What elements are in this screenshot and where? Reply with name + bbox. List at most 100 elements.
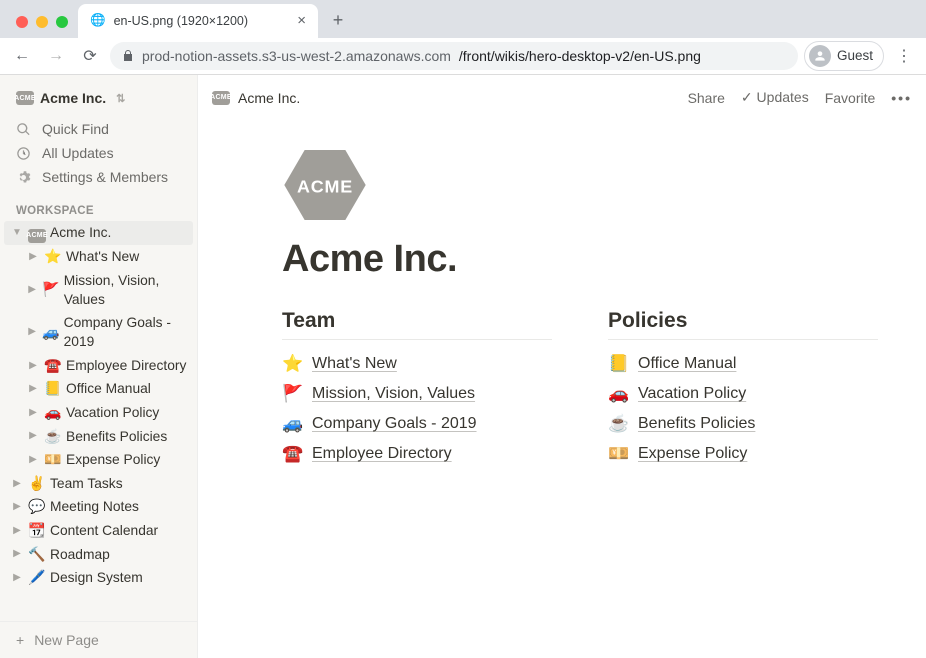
chevron-right-icon[interactable]: ▶ [10,500,24,514]
sidebar-item-label: Vacation Policy [66,403,159,422]
link-directory[interactable]: ☎️ Employee Directory [282,444,552,464]
browser-tab[interactable]: 🌐 en-US.png (1920×1200) × [78,4,318,38]
search-icon [16,122,32,137]
sidebar-item-content-calendar[interactable]: ▶ 📆 Content Calendar [4,519,193,543]
sidebar-item-expense[interactable]: ▶ 💴 Expense Policy [4,448,193,472]
sidebar-item-benefits[interactable]: ▶ ☕ Benefits Policies [4,425,193,449]
star-icon: ⭐ [44,247,62,267]
sidebar-item-roadmap[interactable]: ▶ 🔨 Roadmap [4,543,193,567]
chevron-right-icon[interactable]: ▶ [26,382,40,396]
link-label[interactable]: Employee Directory [312,445,452,463]
sidebar-item-design-system[interactable]: ▶ 🖊️ Design System [4,566,193,590]
close-icon[interactable]: × [297,12,306,29]
chevron-right-icon[interactable]: ▶ [10,571,24,585]
link-expense[interactable]: 💴 Expense Policy [608,444,878,464]
phone-icon: ☎️ [44,356,62,376]
sidebar-item-label: Employee Directory [66,356,186,375]
window-close-icon[interactable] [16,16,28,28]
chevron-right-icon[interactable]: ▶ [26,283,38,297]
money-icon: 💴 [44,450,62,470]
new-page-button[interactable]: + New Page [0,621,197,658]
link-label[interactable]: Company Goals - 2019 [312,415,477,433]
clock-icon [16,146,32,161]
favorite-button[interactable]: Favorite [825,90,876,106]
sidebar-item-goals[interactable]: ▶ 🚙 Company Goals - 2019 [4,311,193,354]
chevron-right-icon[interactable]: ▶ [10,547,24,561]
chevron-right-icon[interactable]: ▶ [26,429,40,443]
main: ACME Acme Inc. Share ✓ Updates Favorite … [198,75,926,658]
chevron-right-icon[interactable]: ▶ [10,477,24,491]
lock-icon [122,49,134,62]
acme-badge-icon: ACME [28,229,46,243]
sidebar-item-label: What's New [66,247,139,266]
link-vacation[interactable]: 🚗 Vacation Policy [608,384,878,404]
coffee-icon: ☕ [44,427,62,447]
sidebar-item-label: Company Goals - 2019 [64,313,187,352]
sidebar-item-label: Team Tasks [50,474,123,493]
link-label[interactable]: Mission, Vision, Values [312,385,475,403]
workspace-name: Acme Inc. [40,90,106,106]
link-label[interactable]: Office Manual [638,355,736,373]
flag-icon: 🚩 [42,280,59,300]
sidebar-item-meeting-notes[interactable]: ▶ 💬 Meeting Notes [4,495,193,519]
all-updates-button[interactable]: All Updates [8,141,189,165]
topbar: ACME Acme Inc. Share ✓ Updates Favorite … [198,75,926,120]
link-label[interactable]: Expense Policy [638,445,747,463]
acme-badge-icon: ACME [212,91,230,105]
window-minimize-icon[interactable] [36,16,48,28]
sidebar-item-label: Design System [50,568,143,587]
notebook-icon: 📒 [608,354,628,374]
back-button[interactable]: ← [8,42,36,70]
chevron-right-icon[interactable]: ▶ [26,250,40,264]
link-label[interactable]: Vacation Policy [638,385,746,403]
sidebar-item-label: Content Calendar [50,521,158,540]
chevron-down-icon[interactable]: ▼ [10,226,24,240]
coffee-icon: ☕ [608,414,628,434]
share-button[interactable]: Share [688,90,725,106]
address-bar[interactable]: prod-notion-assets.s3-us-west-2.amazonaw… [110,42,798,70]
link-label[interactable]: What's New [312,355,397,373]
breadcrumb[interactable]: ACME Acme Inc. [212,90,300,106]
quick-find-button[interactable]: Quick Find [8,117,189,141]
link-goals[interactable]: 🚙 Company Goals - 2019 [282,414,552,434]
page-logo-icon: ACME [282,150,368,220]
car-icon: 🚗 [44,403,62,423]
updates-label: Updates [757,89,809,105]
sidebar-item-mission[interactable]: ▶ 🚩 Mission, Vision, Values [4,269,193,312]
settings-button[interactable]: Settings & Members [8,165,189,189]
forward-button[interactable]: → [42,42,70,70]
all-updates-label: All Updates [42,145,114,161]
link-whats-new[interactable]: ⭐ What's New [282,354,552,374]
url-host: prod-notion-assets.s3-us-west-2.amazonaw… [142,48,451,64]
updates-button[interactable]: ✓ Updates [741,89,809,106]
sidebar-item-office-manual[interactable]: ▶ 📒 Office Manual [4,377,193,401]
browser-menu-button[interactable]: ⋮ [890,42,918,70]
page-content: ACME Acme Inc. Team ⭐ What's New 🚩 Missi… [198,120,926,658]
sidebar-item-team-tasks[interactable]: ▶ ✌️ Team Tasks [4,472,193,496]
chevron-right-icon[interactable]: ▶ [26,406,40,420]
phone-icon: ☎️ [282,444,302,464]
more-menu-button[interactable]: ••• [891,90,912,106]
car-icon: 🚙 [42,323,59,343]
sidebar-item-acme[interactable]: ▼ ACME Acme Inc. [4,221,193,245]
window-maximize-icon[interactable] [56,16,68,28]
profile-label: Guest [837,48,873,63]
new-tab-button[interactable]: + [324,7,352,35]
profile-button[interactable]: Guest [804,41,884,71]
link-benefits[interactable]: ☕ Benefits Policies [608,414,878,434]
link-label[interactable]: Benefits Policies [638,415,755,433]
workspace-switcher[interactable]: ACME Acme Inc. ⇅ [8,87,189,109]
link-mission[interactable]: 🚩 Mission, Vision, Values [282,384,552,404]
reload-button[interactable]: ⟳ [76,42,104,70]
chevron-right-icon[interactable]: ▶ [10,524,24,538]
chevron-right-icon[interactable]: ▶ [26,325,38,339]
link-office-manual[interactable]: 📒 Office Manual [608,354,878,374]
sidebar-item-directory[interactable]: ▶ ☎️ Employee Directory [4,354,193,378]
chevron-right-icon[interactable]: ▶ [26,453,40,467]
pen-icon: 🖊️ [28,568,46,588]
sidebar-item-whats-new[interactable]: ▶ ⭐ What's New [4,245,193,269]
chevron-right-icon[interactable]: ▶ [26,359,40,373]
money-icon: 💴 [608,444,628,464]
sidebar-item-vacation[interactable]: ▶ 🚗 Vacation Policy [4,401,193,425]
sidebar: ACME Acme Inc. ⇅ Quick Find All Updates [0,75,198,658]
